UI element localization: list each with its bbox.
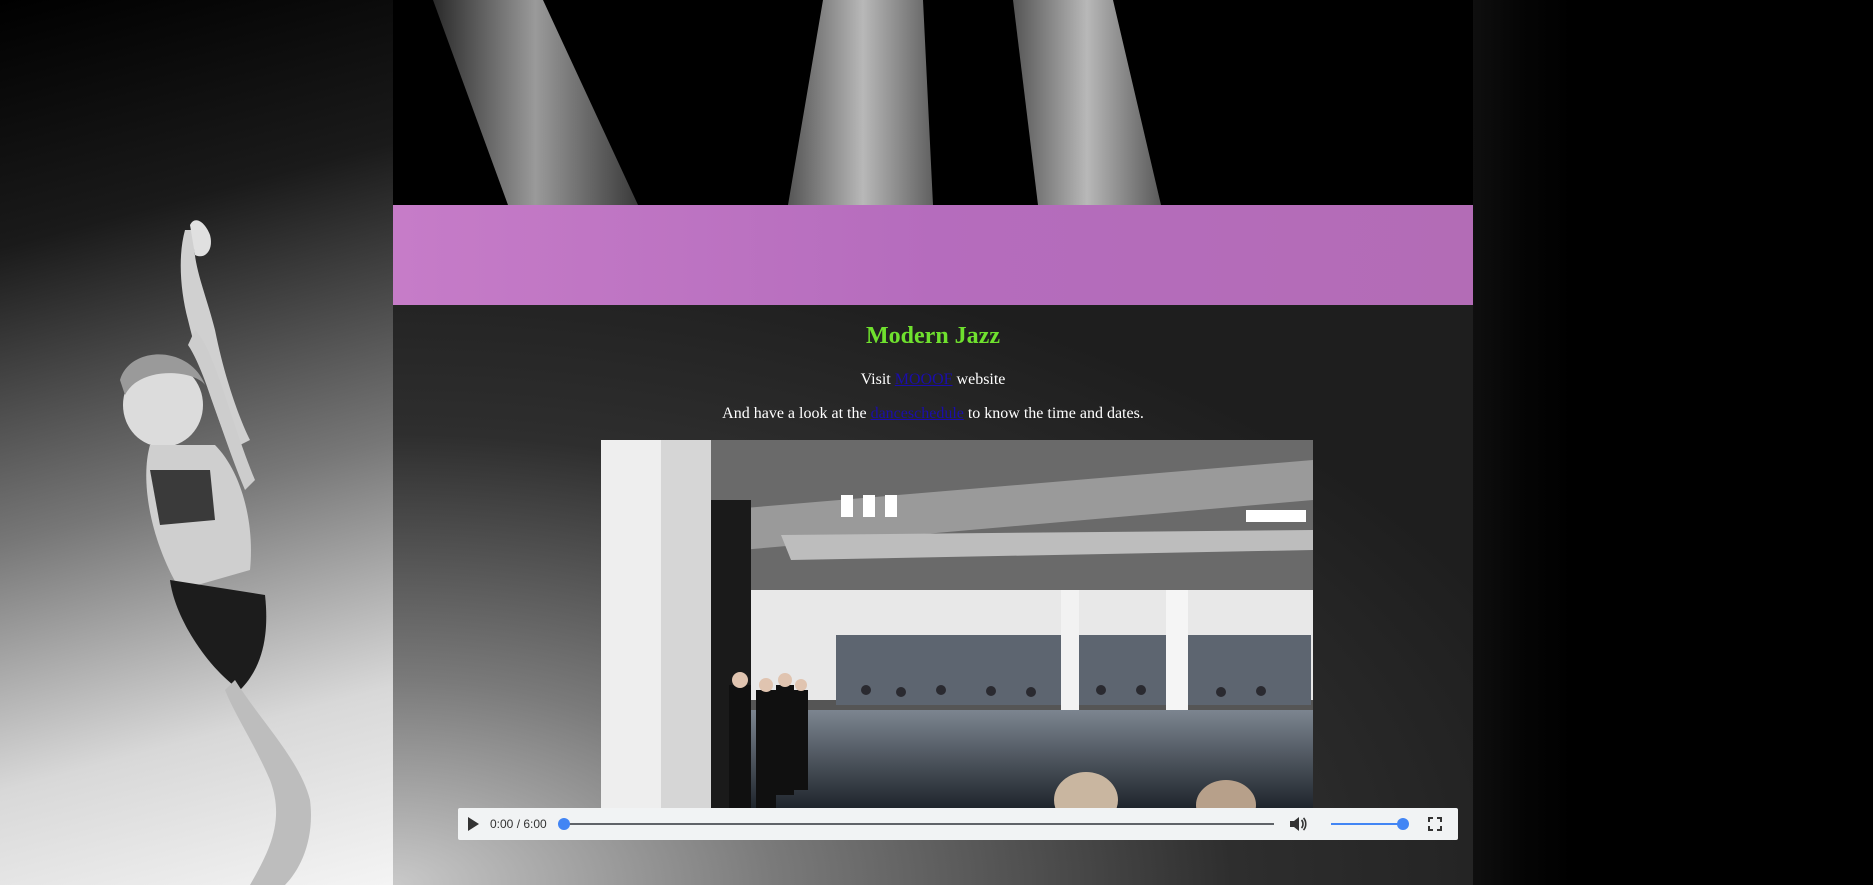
seek-bar[interactable] — [558, 818, 1274, 830]
header-image — [393, 0, 1473, 205]
danceschedule-link[interactable]: danceschedule — [871, 405, 964, 422]
play-icon[interactable] — [468, 817, 479, 831]
right-background — [1473, 0, 1873, 885]
fullscreen-icon[interactable] — [1428, 817, 1442, 831]
volume-thumb[interactable] — [1397, 818, 1409, 830]
visit-prefix: Visit — [860, 371, 895, 388]
left-background-image — [0, 0, 393, 885]
volume-icon[interactable] — [1288, 815, 1308, 833]
schedule-line: And have a look at the danceschedule to … — [393, 405, 1473, 423]
time-display: 0:00 / 6:00 — [490, 817, 547, 831]
video-controls: 0:00 / 6:00 — [458, 808, 1458, 840]
dancer-illustration — [120, 220, 311, 885]
main-column: Modern Jazz Visit MOOOF website And have… — [393, 0, 1473, 885]
page-title: Modern Jazz — [866, 323, 1000, 349]
accent-band — [393, 205, 1473, 305]
visit-line: Visit MOOOF website — [393, 371, 1473, 389]
seek-thumb[interactable] — [558, 818, 570, 830]
header-legs-illustration — [433, 0, 1161, 205]
volume-slider[interactable] — [1331, 818, 1409, 830]
schedule-suffix: to know the time and dates. — [963, 405, 1144, 422]
video-player[interactable] — [601, 440, 1313, 808]
schedule-prefix: And have a look at the — [722, 405, 871, 422]
video-poster-frame — [601, 440, 1313, 808]
visit-suffix: website — [952, 371, 1006, 388]
mooof-link[interactable]: MOOOF — [895, 371, 953, 388]
